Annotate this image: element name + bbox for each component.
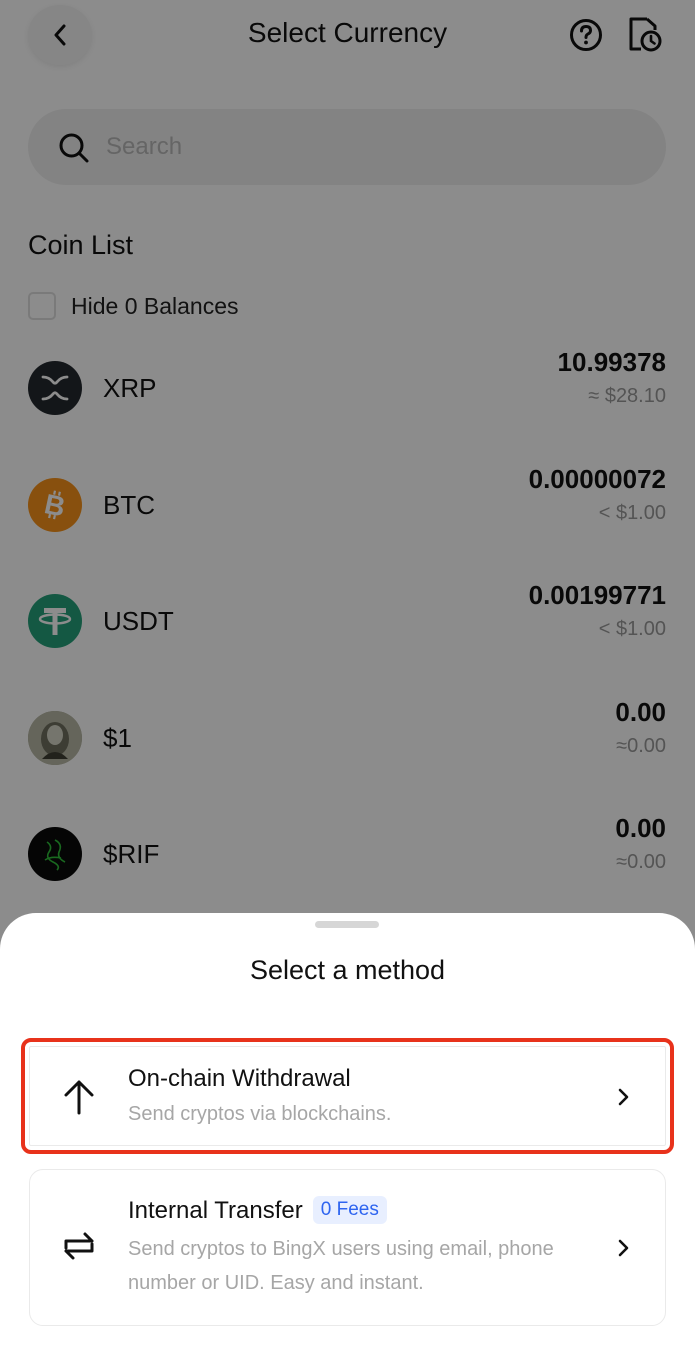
chevron-right-icon xyxy=(618,1239,629,1257)
method-title: Internal Transfer xyxy=(128,1197,303,1224)
transfer-arrows-icon xyxy=(64,1232,94,1260)
on-chain-withdrawal-option[interactable]: On-chain Withdrawal Send cryptos via blo… xyxy=(21,1038,674,1154)
chevron-right-icon xyxy=(618,1088,629,1106)
select-method-sheet: Select a method On-chain Withdrawal Send… xyxy=(0,913,695,1350)
arrow-up-icon xyxy=(64,1080,94,1115)
method-description: Send cryptos via blockchains. xyxy=(128,1103,392,1125)
method-title: On-chain Withdrawal xyxy=(128,1065,351,1092)
internal-transfer-option[interactable]: Internal Transfer 0 Fees Send cryptos to … xyxy=(29,1169,666,1326)
method-description: Send cryptos to BingX users using email,… xyxy=(128,1232,554,1300)
sheet-grabber[interactable] xyxy=(315,921,379,928)
fee-badge: 0 Fees xyxy=(312,1196,387,1224)
method-description-line: number or UID. Easy and instant. xyxy=(128,1272,424,1294)
method-description-line: Send cryptos to BingX users using email,… xyxy=(128,1238,554,1260)
sheet-title: Select a method xyxy=(249,955,446,985)
method-title-row: Internal Transfer 0 Fees xyxy=(128,1196,387,1225)
